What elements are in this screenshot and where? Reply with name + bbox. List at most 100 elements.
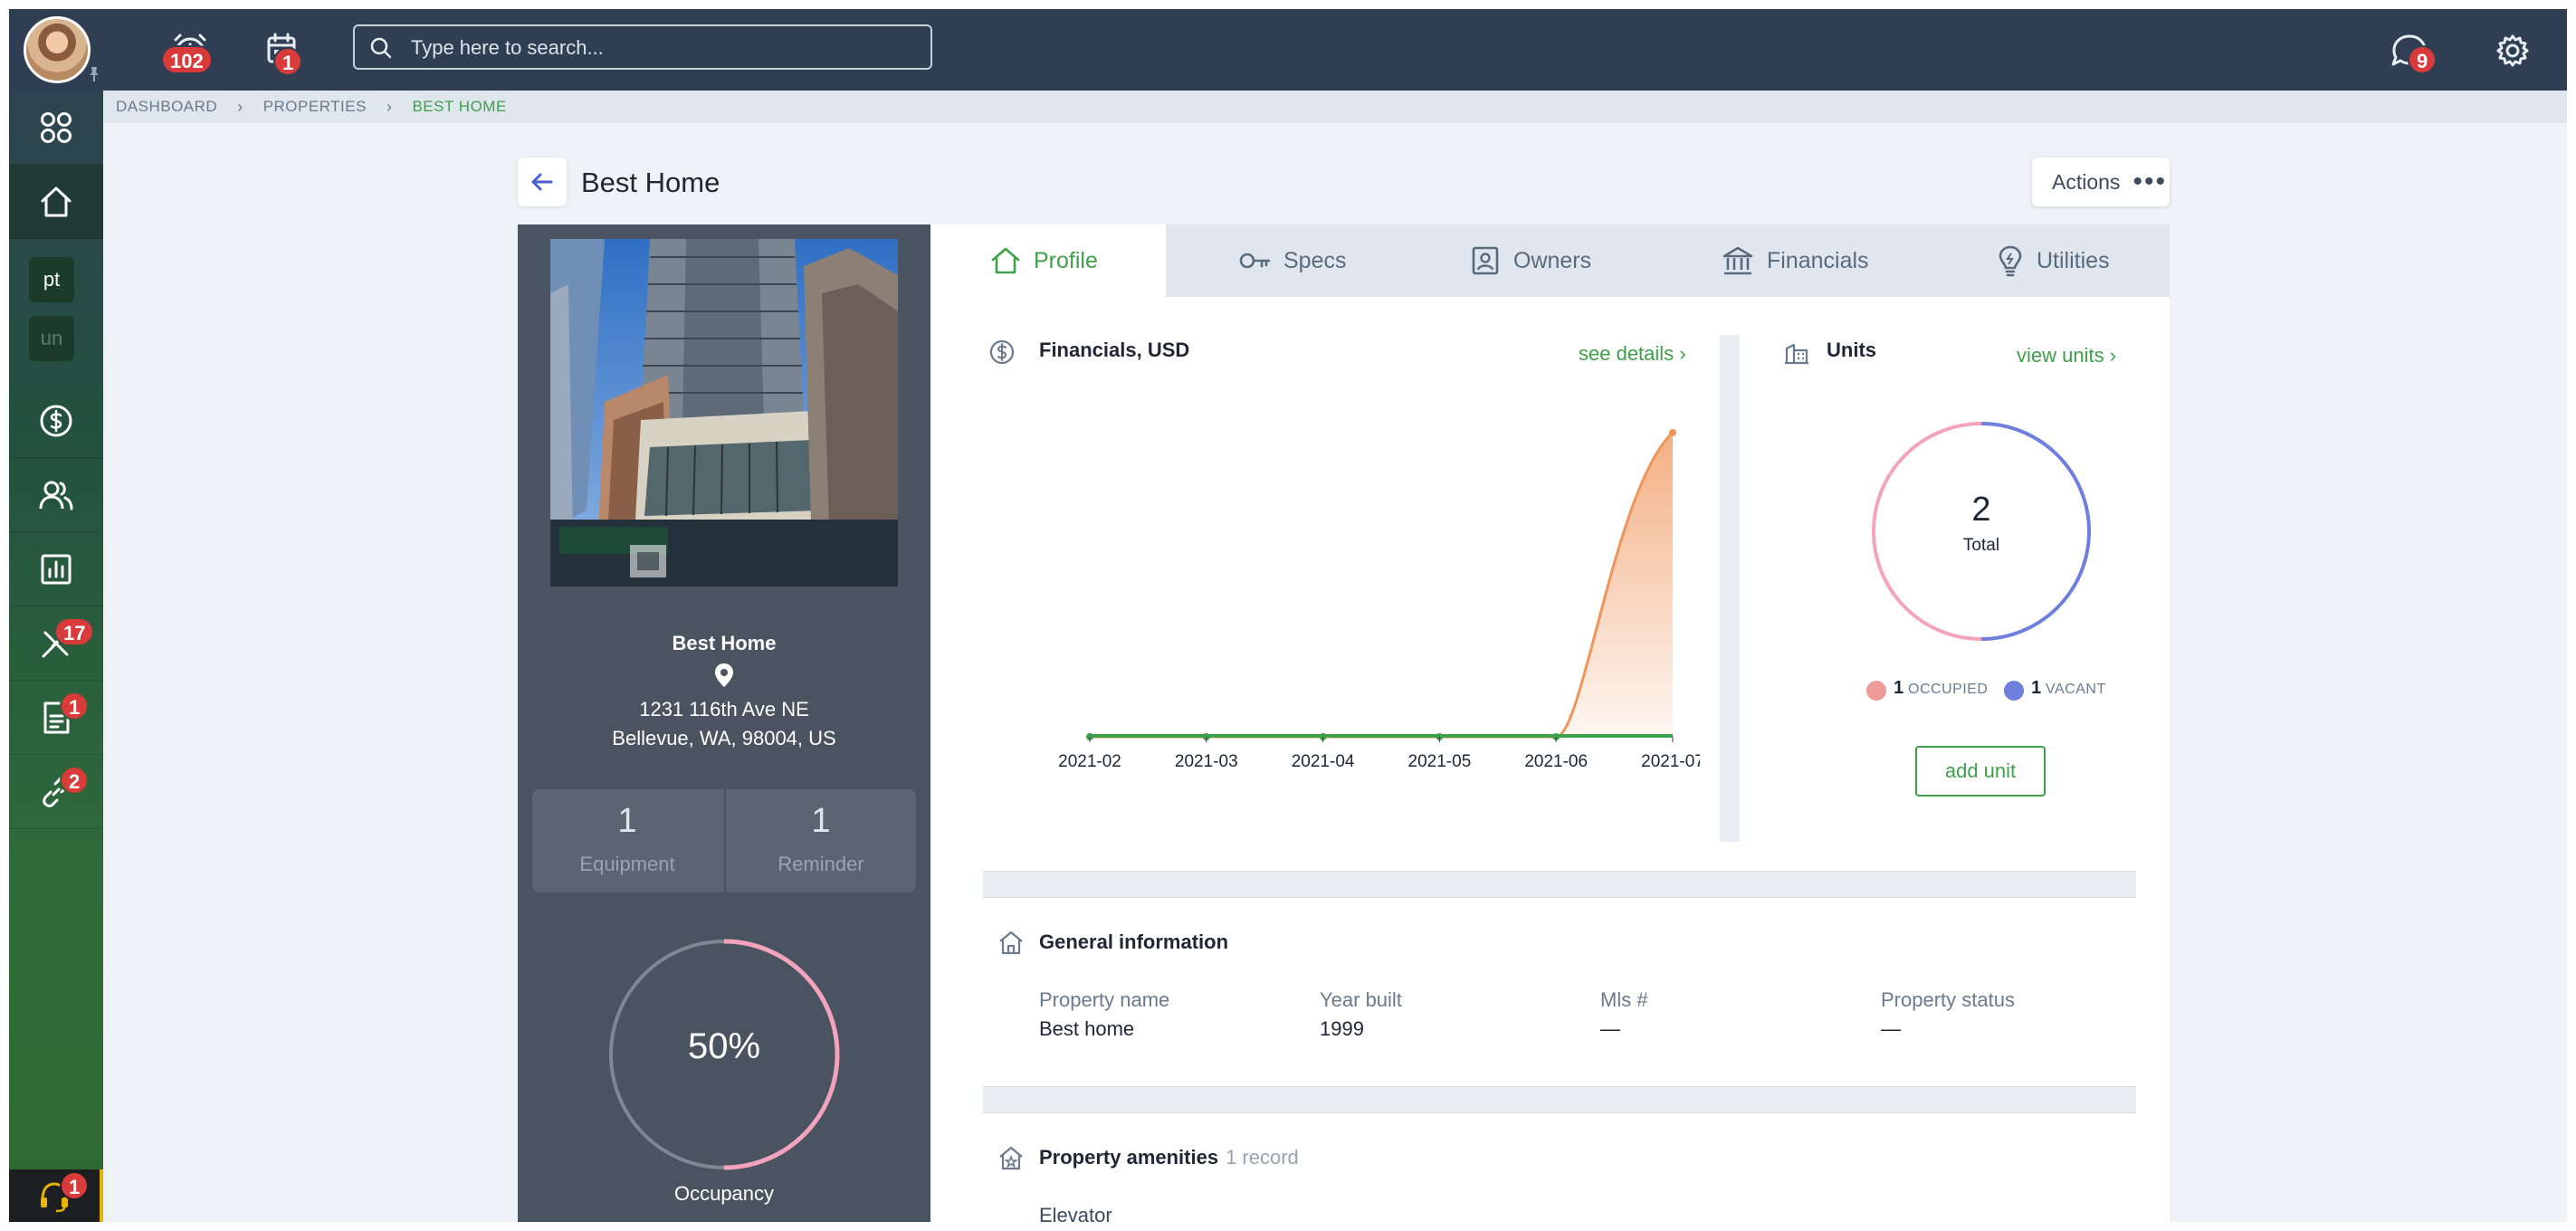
financials-chart: 2021-02 2021-03 2021-04 2021-05 2021-06 2021-… (1058, 429, 1700, 771)
field-value: — (1881, 1017, 1901, 1040)
tab-bar: Profile Specs Owners Financials Utilitie… (930, 224, 2170, 297)
top-bar: 102 1 9 (9, 9, 2567, 91)
actions-button[interactable]: Actions ••• (2032, 157, 2170, 206)
reminder-label: Reminder (778, 853, 864, 875)
units-ring (1872, 422, 2091, 641)
breadcrumb-dashboard[interactable]: DASHBOARD (116, 98, 217, 116)
tab-specs[interactable]: Specs (1238, 224, 1346, 297)
units-title: Units (1827, 339, 1876, 361)
bank-icon (1722, 246, 1753, 275)
home-icon (991, 247, 1020, 274)
property-name: Best Home (672, 632, 777, 654)
sidebar: pt un 17 1 2 1 (9, 91, 103, 1222)
field-label: Year built (1320, 988, 1402, 1011)
id-card-icon (1472, 246, 1499, 275)
x-tick-label: 2021-02 (1058, 752, 1121, 771)
chevron-right-icon: › (386, 97, 393, 116)
equipment-stat[interactable]: 1 Equipment (532, 789, 722, 892)
support-button[interactable]: 1 (9, 1169, 103, 1222)
sidebar-item-apps[interactable] (9, 91, 103, 165)
support-badge: 1 (60, 1171, 90, 1200)
tab-utilities[interactable]: Utilities (1997, 224, 2110, 297)
equipment-count: 1 (617, 802, 637, 840)
property-photo[interactable] (550, 239, 898, 587)
key-icon (1239, 253, 1271, 269)
gear-icon[interactable] (2487, 25, 2538, 76)
calendar-badge: 1 (273, 47, 303, 76)
field-label: Property name (1039, 988, 1170, 1011)
general-info-title: General information (1039, 930, 1229, 953)
vacant-arc (1980, 422, 2091, 641)
app-window: 102 1 9 (9, 9, 2567, 1222)
amenities-count: 1 record (1226, 1146, 1299, 1169)
data-point[interactable] (1669, 429, 1676, 436)
search-box[interactable] (353, 24, 932, 70)
sidebar-item-home[interactable] (9, 165, 103, 239)
location-pin-icon (715, 663, 733, 687)
breadcrumb-properties[interactable]: PROPERTIES (263, 98, 367, 116)
occupancy-label: Occupancy (673, 1182, 775, 1205)
sidebar-item-links[interactable] (9, 755, 103, 829)
sidebar-item-people[interactable] (9, 458, 103, 532)
field-label: Mls # (1600, 988, 1648, 1011)
search-icon (370, 37, 392, 59)
breadcrumb-current: BEST HOME (412, 98, 507, 115)
chevron-right-icon: › (2109, 344, 2117, 367)
panel-divider (1720, 335, 1740, 842)
x-tick-label: 2021-04 (1292, 752, 1355, 771)
field-value: — (1600, 1017, 1620, 1040)
apps-grid-icon (41, 111, 72, 143)
property-content: Profile Specs Owners Financials Utilitie… (930, 224, 2170, 1222)
field-label: Property status (1881, 988, 2015, 1011)
stats-box: 1 Equipment 1 Reminder (532, 789, 916, 892)
field-value: Best home (1039, 1017, 1135, 1040)
section-divider (983, 1086, 2136, 1113)
amenities-title-text: Property amenities (1039, 1146, 1219, 1169)
see-details-link[interactable]: see details › (1579, 342, 1686, 366)
maintenance-badge: 17 (54, 617, 95, 646)
financials-title: Financials, USD (1039, 339, 1190, 361)
reminder-stat[interactable]: 1 Reminder (726, 789, 916, 892)
user-avatar[interactable] (24, 16, 91, 83)
sidebar-tag-pt[interactable]: pt (29, 257, 74, 302)
lightbulb-icon (1999, 245, 2022, 277)
tab-label: Profile (1034, 247, 1098, 273)
links-badge: 2 (60, 766, 90, 795)
occupied-arc (1872, 422, 1982, 641)
dollar-circle-icon (40, 405, 72, 436)
tab-label: Specs (1283, 247, 1347, 273)
sidebar-item-documents[interactable] (9, 681, 103, 755)
pin-icon[interactable] (85, 65, 103, 83)
occupied-count: 1 (1894, 678, 1904, 698)
back-button[interactable] (518, 157, 567, 206)
sidebar-item-reports[interactable] (9, 532, 103, 606)
documents-badge: 1 (60, 692, 90, 720)
field-value: 1999 (1320, 1017, 1364, 1040)
alarm-badge: 102 (161, 45, 213, 74)
units-total-label: Total (1962, 536, 2000, 555)
arrow-left-icon (531, 173, 553, 191)
amenities-title: Property amenities 1 record (1039, 1146, 1299, 1169)
messages-badge: 9 (2408, 45, 2438, 74)
home-icon (999, 930, 1023, 955)
vacant-count: 1 (2031, 678, 2042, 698)
add-unit-button[interactable]: add unit (1915, 746, 2046, 797)
view-units-link[interactable]: view units › (2017, 344, 2116, 367)
tab-financials[interactable]: Financials (1722, 224, 1869, 297)
home-icon (41, 186, 72, 216)
sidebar-tag-un[interactable]: un (29, 316, 74, 361)
vacant-dot (2004, 681, 2024, 701)
units-total: 2 (1971, 491, 1991, 529)
equipment-label: Equipment (579, 853, 675, 875)
breadcrumb: DASHBOARD › PROPERTIES › BEST HOME (103, 91, 2567, 123)
tab-owners[interactable]: Owners (1470, 224, 1591, 297)
sidebar-item-finance[interactable] (9, 384, 103, 458)
tab-profile[interactable]: Profile (930, 224, 1166, 297)
view-units-label: view units (2017, 344, 2104, 367)
x-tick-label: 2021-06 (1524, 752, 1588, 771)
sidebar-item-maintenance[interactable] (9, 606, 103, 681)
address-line-1: 1231 116th Ave NE (639, 698, 809, 720)
tab-label: Financials (1767, 247, 1869, 273)
building-icon (1785, 343, 1808, 365)
search-input[interactable] (411, 32, 918, 64)
